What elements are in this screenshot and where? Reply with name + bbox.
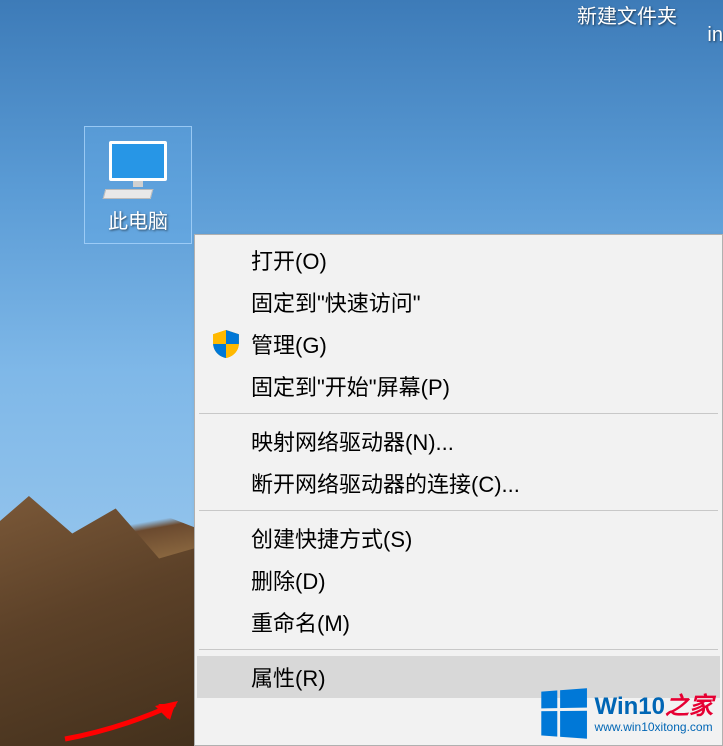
menu-separator [199,510,718,511]
menu-separator [199,413,718,414]
watermark-url: www.win10xitong.com [595,721,713,734]
menu-item-map-drive[interactable]: 映射网络驱动器(N)... [197,420,720,462]
desktop-icon-partial-label: in [707,24,723,47]
menu-label: 属性(R) [251,661,326,693]
menu-item-pin-quick-access[interactable]: 固定到"快速访问" [197,281,720,323]
uac-shield-icon [213,330,239,358]
menu-label: 创建快捷方式(S) [251,522,412,554]
menu-item-manage[interactable]: 管理(G) [197,323,720,365]
menu-label: 固定到"快速访问" [251,286,421,318]
windows-logo-icon [541,688,588,740]
menu-label: 打开(O) [251,244,327,276]
menu-label: 映射网络驱动器(N)... [251,425,454,457]
desktop-icon-this-pc[interactable]: 此电脑 [84,126,192,244]
menu-label: 删除(D) [251,564,326,596]
desktop-background: 新建文件夹 in 此电脑 打开(O) 固定到"快速访问" 管理(G) [0,0,723,746]
menu-item-delete[interactable]: 删除(D) [197,559,720,601]
menu-label: 断开网络驱动器的连接(C)... [251,467,520,499]
watermark-title: Win10之家 [595,694,713,720]
menu-item-create-shortcut[interactable]: 创建快捷方式(S) [197,517,720,559]
menu-separator [199,649,718,650]
menu-label: 固定到"开始"屏幕(P) [251,370,450,402]
menu-label: 重命名(M) [251,606,350,638]
menu-item-pin-start[interactable]: 固定到"开始"屏幕(P) [197,365,720,407]
folder-label: 新建文件夹 [557,0,697,29]
menu-item-disconnect-drive[interactable]: 断开网络驱动器的连接(C)... [197,462,720,504]
context-menu: 打开(O) 固定到"快速访问" 管理(G) 固定到"开始"屏幕(P) 映射网络驱… [194,234,723,746]
menu-item-rename[interactable]: 重命名(M) [197,601,720,643]
this-pc-label: 此电脑 [85,205,191,234]
menu-item-open[interactable]: 打开(O) [197,239,720,281]
watermark-logo: Win10之家 www.win10xitong.com [539,690,713,738]
menu-label: 管理(G) [251,328,327,360]
computer-icon [104,141,172,197]
desktop-icon-folder[interactable]: 新建文件夹 [557,0,697,29]
